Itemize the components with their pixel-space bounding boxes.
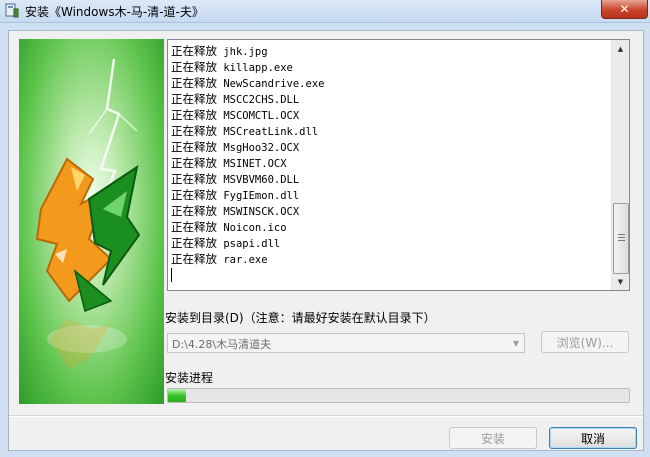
- log-line-action: 正在释放: [171, 188, 217, 202]
- window-close-button[interactable]: ✕: [601, 0, 648, 19]
- log-line: 正在释放 MSVBVM60.DLL: [171, 171, 607, 187]
- grip-line: [618, 240, 625, 241]
- title-bar: 安装《Windows木-马-清-道-夫》 ✕: [0, 0, 650, 23]
- close-icon: ✕: [619, 2, 630, 16]
- log-line-action: 正在释放: [171, 108, 217, 122]
- progress-fill: [168, 389, 187, 402]
- log-line: 正在释放 NewScandrive.exe: [171, 75, 607, 91]
- log-line-filename: MSWINSCK.OCX: [223, 206, 300, 218]
- install-progress-bar: [167, 388, 630, 403]
- installer-dialog: 正在释放 jhk.jpg 正在释放 killapp.exe 正在释放 NewScan…: [8, 30, 644, 451]
- log-line-filename: MSCOMCTL.OCX: [223, 110, 300, 122]
- log-line-action: 正在释放: [171, 156, 217, 170]
- log-line-filename: MSCC2CHS.DLL: [223, 94, 300, 106]
- log-line: 正在释放 psapi.dll: [171, 235, 607, 251]
- install-log-box[interactable]: 正在释放 jhk.jpg 正在释放 killapp.exe 正在释放 NewScan…: [167, 39, 630, 291]
- banner-artwork: [35, 58, 141, 369]
- log-line-action: 正在释放: [171, 252, 217, 266]
- install-progress-label: 安装进程: [165, 371, 214, 385]
- chevron-up-icon: ▲: [617, 44, 624, 53]
- log-line-action: 正在释放: [171, 204, 217, 218]
- log-line: 正在释放 MSCC2CHS.DLL: [171, 91, 607, 107]
- browse-button[interactable]: 浏览(W)...: [541, 331, 629, 353]
- log-line-filename: killapp.exe: [223, 62, 293, 74]
- footer-divider: [9, 415, 643, 417]
- log-line-action: 正在释放: [171, 140, 217, 154]
- chevron-down-icon: ▼: [617, 277, 624, 286]
- log-line-filename: jhk.jpg: [223, 46, 268, 58]
- cancel-button[interactable]: 取消: [549, 427, 637, 449]
- log-line-action: 正在释放: [171, 220, 217, 234]
- installer-app-icon: [5, 3, 19, 18]
- log-line: 正在释放 Noicon.ico: [171, 219, 607, 235]
- install-dir-value: D:\4.28\木马清道夫: [172, 338, 272, 351]
- log-line-filename: Noicon.ico: [223, 222, 287, 234]
- side-banner-image: [19, 39, 164, 404]
- log-line-action: 正在释放: [171, 60, 217, 74]
- scroll-thumb[interactable]: [613, 203, 629, 274]
- window-title: 安装《Windows木-马-清-道-夫》: [25, 5, 204, 19]
- log-line-filename: psapi.dll: [223, 238, 281, 250]
- log-line-action: 正在释放: [171, 236, 217, 250]
- log-line-action: 正在释放: [171, 44, 217, 58]
- scroll-up-button[interactable]: ▲: [612, 40, 629, 57]
- install-button[interactable]: 安装: [449, 427, 537, 449]
- log-line: 正在释放 MSCreatLink.dll: [171, 123, 607, 139]
- log-line-filename: FygIEmon.dll: [223, 190, 300, 202]
- dropdown-arrow-icon[interactable]: ▼: [508, 334, 524, 352]
- install-log-lines: 正在释放 jhk.jpg 正在释放 killapp.exe 正在释放 NewScan…: [171, 43, 607, 287]
- log-line-filename: MSVBVM60.DLL: [223, 174, 300, 186]
- log-line: 正在释放 FygIEmon.dll: [171, 187, 607, 203]
- log-line-filename: NewScandrive.exe: [223, 78, 325, 90]
- log-line-action: 正在释放: [171, 172, 217, 186]
- log-vertical-scrollbar[interactable]: ▲ ▼: [611, 40, 629, 290]
- log-line: 正在释放 MSINET.OCX: [171, 155, 607, 171]
- scroll-down-button[interactable]: ▼: [612, 273, 629, 290]
- log-line-action: 正在释放: [171, 124, 217, 138]
- install-dir-combobox[interactable]: D:\4.28\木马清道夫 ▼: [167, 333, 525, 353]
- log-line: 正在释放 killapp.exe: [171, 59, 607, 75]
- grip-line: [618, 234, 625, 235]
- grip-line: [618, 237, 625, 238]
- log-line-filename: rar.exe: [223, 254, 268, 266]
- log-line: 正在释放 rar.exe: [171, 251, 607, 267]
- log-line-action: 正在释放: [171, 92, 217, 106]
- log-line: 正在释放 MsgHoo32.OCX: [171, 139, 607, 155]
- log-line: 正在释放 MSWINSCK.OCX: [171, 203, 607, 219]
- log-line-filename: MsgHoo32.OCX: [223, 142, 300, 154]
- log-line: 正在释放 MSCOMCTL.OCX: [171, 107, 607, 123]
- log-line-filename: MSCreatLink.dll: [223, 126, 319, 138]
- log-line: 正在释放 jhk.jpg: [171, 43, 607, 59]
- log-line-action: 正在释放: [171, 76, 217, 90]
- text-caret: [171, 268, 172, 282]
- install-dir-label: 安装到目录(D)（注意：请最好安装在默认目录下）: [165, 311, 436, 325]
- log-line-filename: MSINET.OCX: [223, 158, 287, 170]
